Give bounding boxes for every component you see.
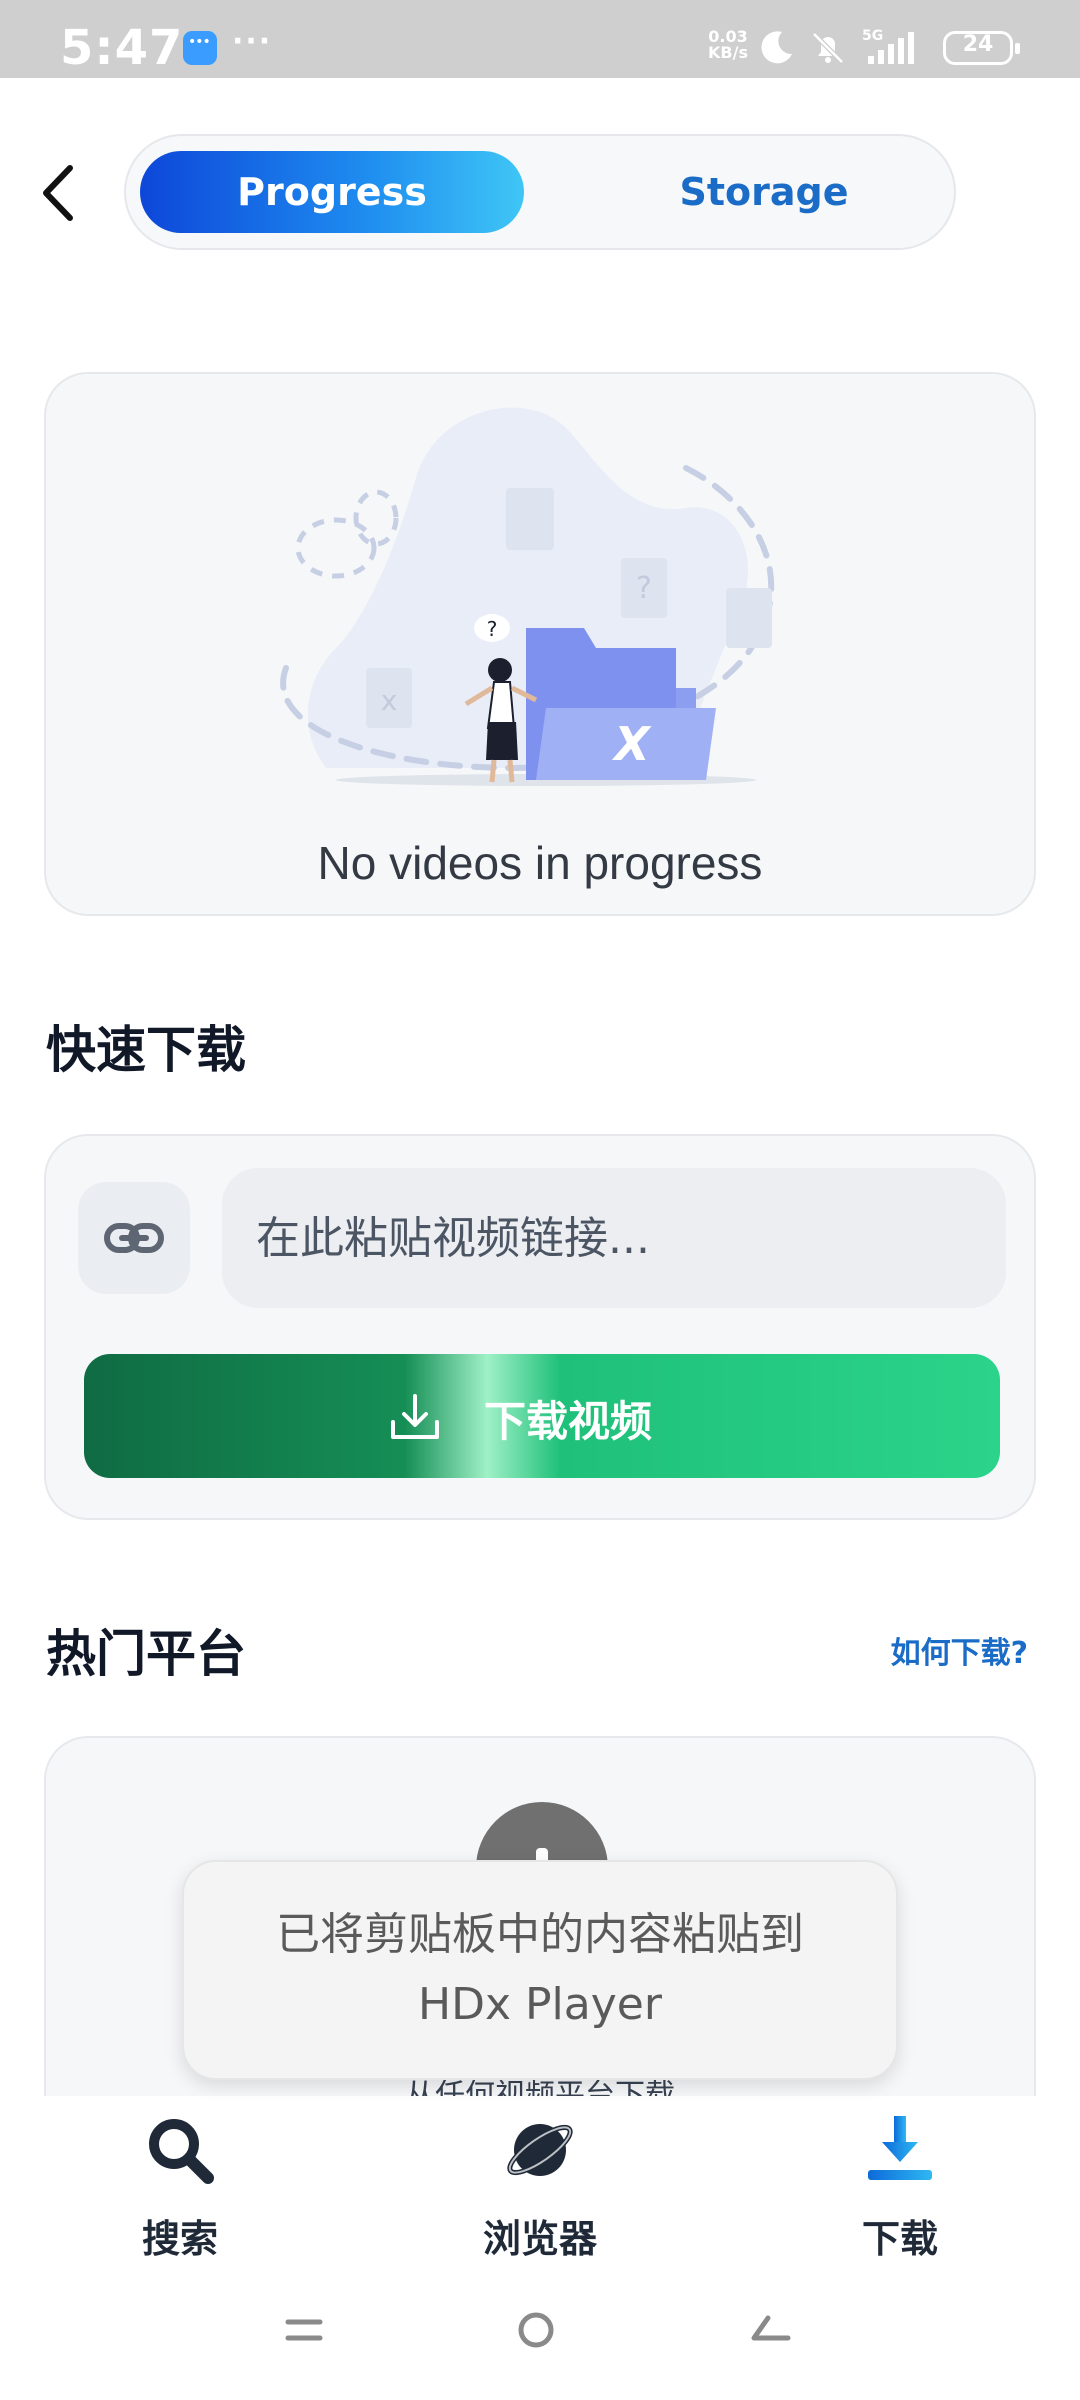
battery-level: 24 [962, 32, 994, 57]
planet-icon [507, 2124, 573, 2176]
signal-icon [868, 32, 914, 64]
download-tray-icon [391, 1394, 439, 1439]
link-icon [104, 1223, 164, 1253]
nav-search-label: 搜索 [141, 2217, 218, 2261]
svg-text:X: X [611, 717, 652, 771]
status-bar: 5:47 ··· 0.03 KB/s 5G 24 [0, 0, 1080, 78]
back-button[interactable] [36, 160, 86, 226]
svg-text:x: x [381, 684, 398, 717]
recents-icon[interactable] [284, 2310, 324, 2350]
bell-off-icon [812, 32, 844, 64]
quick-download-title: 快速下载 [46, 1021, 246, 1079]
nav-browser-label: 浏览器 [482, 2217, 597, 2261]
empty-folder-illustration: ? x X ? [280, 407, 775, 786]
message-notification-icon [183, 31, 217, 65]
tab-storage[interactable]: Storage [594, 151, 934, 233]
how-to-download-link[interactable]: 如何下载? [891, 1628, 1028, 1672]
quick-download-card: 下载视频 [44, 1134, 1036, 1520]
home-icon[interactable] [516, 2310, 556, 2350]
nav-download-label: 下载 [861, 2217, 938, 2261]
screen: 5:47 ··· 0.03 KB/s 5G 24 Progress Stor [0, 0, 1080, 2400]
nav-download[interactable]: 下载 [790, 2104, 1010, 2284]
status-time: 5:47 [60, 20, 184, 76]
more-notifications-indicator: ··· [232, 24, 273, 59]
popular-platforms-title: 热门平台 [46, 1625, 246, 1683]
paste-link-button[interactable] [78, 1182, 190, 1294]
clipboard-toast: 已将剪贴板中的内容粘贴到 HDx Player [182, 1860, 898, 2080]
back-nav-icon[interactable] [748, 2310, 792, 2350]
bottom-navigation: 搜索 浏览器 下载 [0, 2104, 1080, 2284]
video-url-input[interactable] [222, 1168, 1006, 1308]
battery-icon: 24 [943, 31, 1020, 65]
toast-line-2: HDx Player [418, 1979, 662, 2030]
download-video-label: 下载视频 [484, 1397, 653, 1446]
moon-icon [761, 31, 792, 64]
tab-progress[interactable]: Progress [140, 151, 524, 233]
download-icon [868, 2116, 932, 2180]
system-navigation-bar [0, 2284, 1080, 2400]
progress-empty-card: ? x X ? No videos in progress [44, 372, 1036, 916]
nav-search[interactable]: 搜索 [70, 2104, 290, 2284]
svg-text:?: ? [487, 617, 498, 641]
empty-progress-message: No videos in progress [317, 837, 763, 889]
download-video-button[interactable]: 下载视频 [84, 1354, 1000, 1478]
toast-line-1: 已将剪贴板中的内容粘贴到 [276, 1909, 804, 1960]
nav-browser[interactable]: 浏览器 [430, 2104, 650, 2284]
search-icon [149, 2119, 214, 2184]
svg-text:?: ? [636, 571, 652, 606]
tab-switcher: Progress Storage [124, 134, 956, 250]
network-speed: 0.03 KB/s [708, 27, 748, 62]
